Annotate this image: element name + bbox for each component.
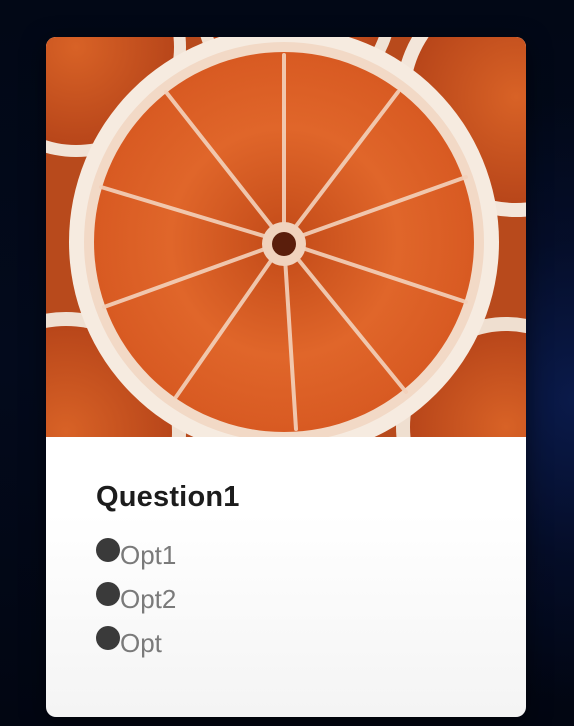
- question-body: Question1 Opt1 Opt2 Opt: [46, 437, 526, 670]
- radio-button-icon[interactable]: [96, 538, 120, 562]
- question-title: Question1: [96, 481, 240, 513]
- option-label[interactable]: Opt2: [120, 582, 176, 616]
- orange-slice-image: [46, 37, 526, 437]
- orange-slice-photo: [46, 37, 526, 437]
- option-1[interactable]: Opt1: [96, 538, 476, 582]
- radio-button-icon[interactable]: [96, 582, 120, 606]
- option-2[interactable]: Opt2: [96, 582, 476, 626]
- option-label[interactable]: Opt: [120, 626, 162, 660]
- question-card: Question1 Opt1 Opt2 Opt: [46, 37, 526, 717]
- radio-button-icon[interactable]: [96, 626, 120, 650]
- option-3[interactable]: Opt: [96, 626, 476, 670]
- option-label[interactable]: Opt1: [120, 538, 176, 572]
